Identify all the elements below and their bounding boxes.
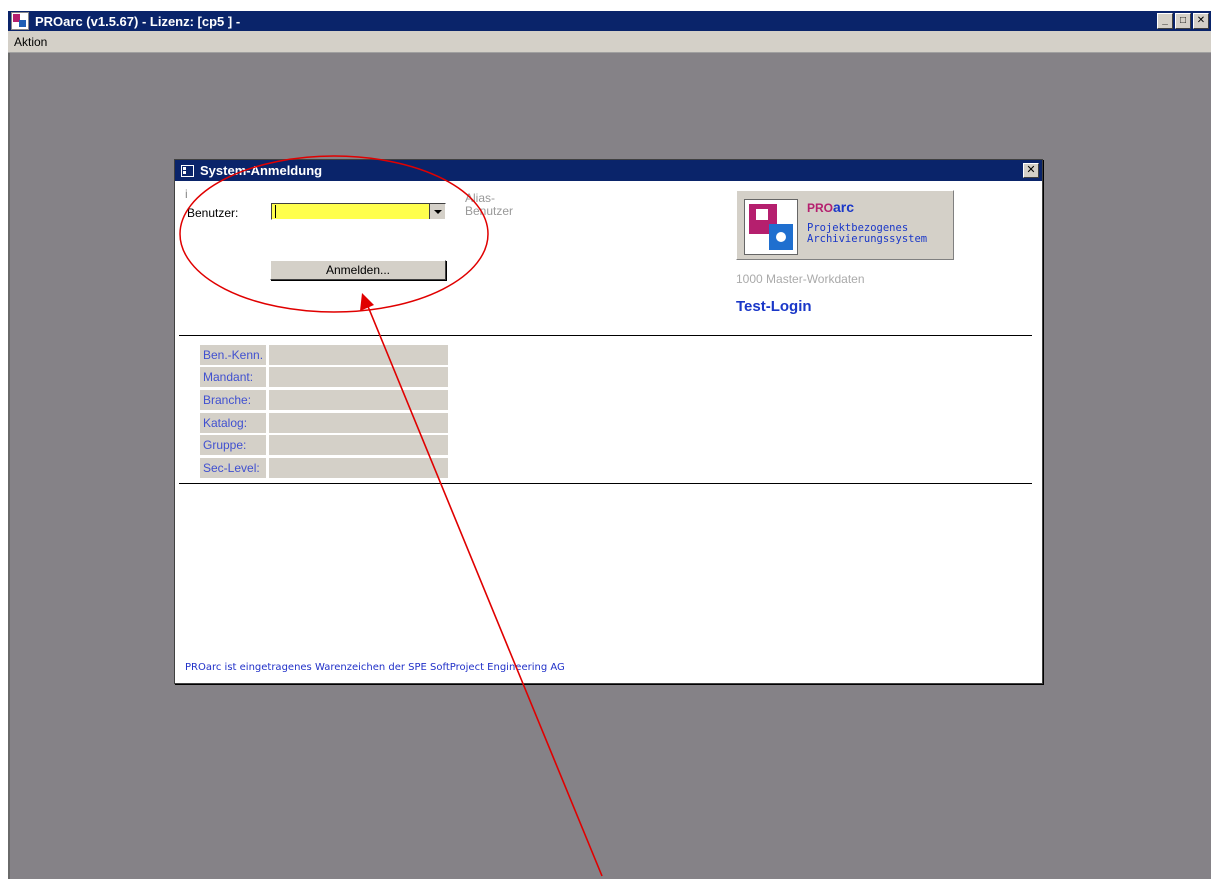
logo-title: PROarc — [807, 199, 854, 215]
field-value — [269, 413, 448, 433]
close-button[interactable]: ✕ — [1193, 13, 1209, 29]
app-titlebar[interactable]: PROarc (v1.5.67) - Lizenz: [cp5 ] - _ □ … — [8, 11, 1211, 31]
separator-bottom — [179, 483, 1032, 484]
field-row-katalog: Katalog: — [200, 413, 448, 433]
form-icon — [181, 164, 194, 177]
field-value — [269, 390, 448, 410]
alias-user-label: Alias- Benutzer — [465, 191, 514, 218]
chevron-down-icon[interactable] — [429, 204, 445, 219]
pa-logo-icon — [744, 199, 798, 255]
field-value — [269, 458, 448, 478]
field-label: Branche: — [200, 390, 266, 410]
proarc-logo: PROarc Projektbezogenes Archivierungssys… — [736, 190, 954, 260]
field-value — [269, 367, 448, 387]
logo-arc: arc — [833, 199, 855, 215]
window-controls: _ □ ✕ — [1157, 13, 1209, 29]
app-title-text: PROarc (v1.5.67) - Lizenz: [cp5 ] - — [35, 13, 241, 29]
info-marker: i — [185, 187, 188, 201]
menu-item-aktion[interactable]: Aktion — [8, 35, 53, 49]
maximize-button[interactable]: □ — [1175, 13, 1191, 29]
logo-pro: PRO — [807, 201, 834, 215]
field-value — [269, 435, 448, 455]
field-value — [269, 345, 448, 365]
field-label: Katalog: — [200, 413, 266, 433]
logo-line-2: Archivierungssystem — [807, 233, 928, 245]
field-label: Mandant: — [200, 367, 266, 387]
field-row-gruppe: Gruppe: — [200, 435, 448, 455]
trademark-footer: PROarc ist eingetragenes Warenzeichen de… — [185, 662, 565, 673]
field-row-mandant: Mandant: — [200, 367, 448, 387]
field-label: Gruppe: — [200, 435, 266, 455]
proarc-app-icon — [11, 12, 29, 30]
minimize-button[interactable]: _ — [1157, 13, 1173, 29]
field-row-ben-kenn: Ben.-Kenn. — [200, 345, 448, 365]
field-label: Sec-Level: — [200, 458, 266, 478]
test-login-label: Test-Login — [736, 298, 812, 315]
separator-top — [179, 335, 1032, 336]
text-caret — [275, 205, 276, 218]
field-label: Ben.-Kenn. — [200, 345, 266, 365]
user-label: Benutzer: — [187, 206, 239, 220]
dialog-titlebar[interactable]: System-Anmeldung ✕ — [175, 160, 1042, 181]
logo-subtitle: Projektbezogenes Archivierungssystem — [807, 223, 927, 245]
login-button[interactable]: Anmelden... — [270, 260, 446, 280]
login-dialog: System-Anmeldung ✕ i Benutzer: Alias- Be… — [174, 159, 1043, 684]
workdata-label: 1000 Master-Workdaten — [736, 272, 865, 286]
menubar: Aktion — [8, 31, 1211, 53]
dialog-close-button[interactable]: ✕ — [1023, 163, 1039, 178]
field-row-sec-level: Sec-Level: — [200, 458, 448, 478]
user-combobox[interactable] — [271, 203, 446, 220]
field-row-branche: Branche: — [200, 390, 448, 410]
dialog-title: System-Anmeldung — [200, 163, 323, 178]
